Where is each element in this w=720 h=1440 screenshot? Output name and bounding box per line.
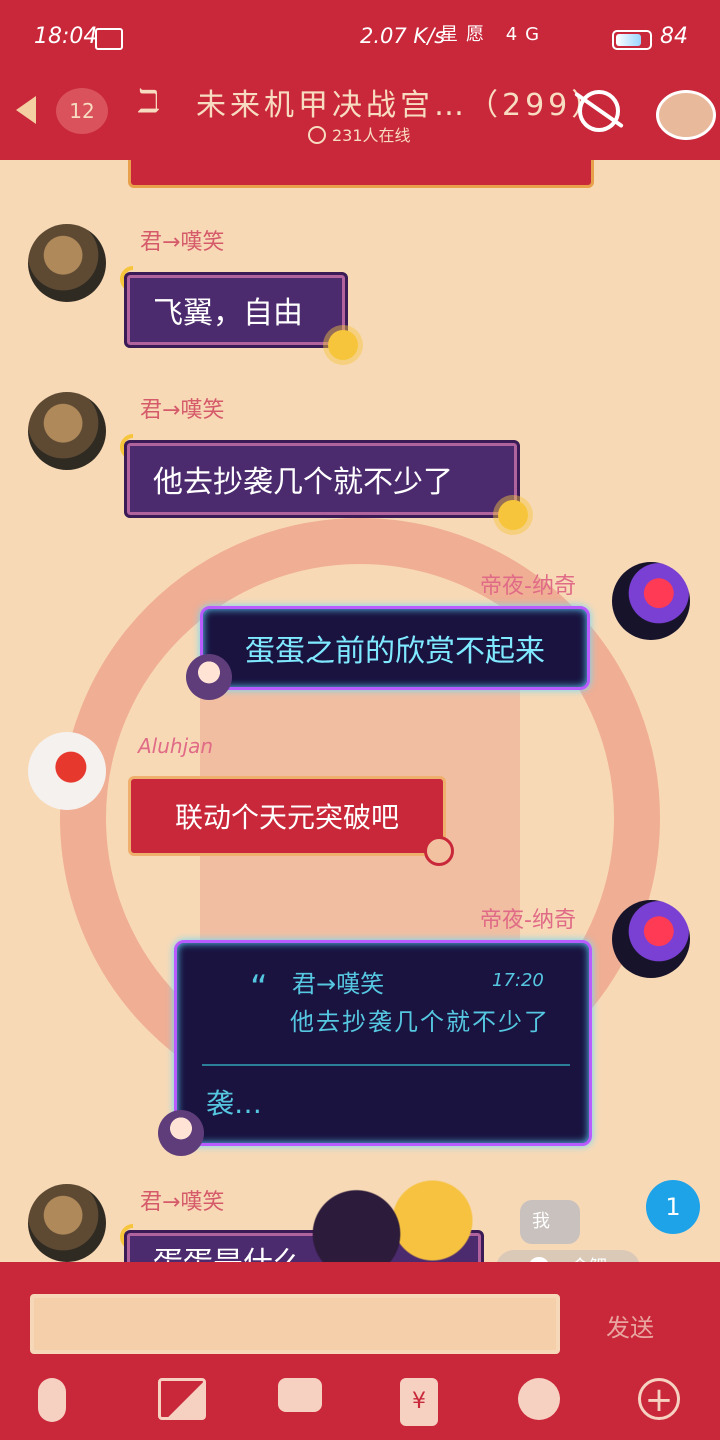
avatar[interactable] — [612, 900, 690, 978]
quoted-time: 17:20 — [492, 970, 544, 991]
message-text: 飞翼，自由 — [153, 296, 303, 331]
chat-area[interactable]: 君→嘆笑 飞翼，自由 君→嘆笑 他去抄袭几个就不少了 帝夜-纳奇 蛋蛋之前的欣赏… — [0, 160, 720, 1262]
status-bar: 18:04 2.07 K/s 星愿 4G 84 — [0, 0, 720, 78]
sun-icon — [498, 500, 528, 530]
message-text: 他去抄袭几个就不少了 — [153, 465, 453, 500]
chevron-down-icon — [308, 126, 326, 144]
quoted-text: 他去抄袭几个就不少了 — [290, 1008, 550, 1036]
status-time: 18:04 — [34, 24, 98, 49]
message-text: 蛋蛋是什么 — [153, 1238, 303, 1262]
avatar[interactable] — [28, 224, 106, 302]
chat-header: 12 ℶ 未来机甲决战宫…（299） 231人在线 — [0, 78, 720, 160]
network-icons: 星愿 4G — [440, 24, 548, 45]
camera-icon[interactable] — [278, 1378, 322, 1412]
avatar[interactable] — [28, 1184, 106, 1262]
emoji-icon[interactable] — [518, 1378, 560, 1420]
microphone-icon[interactable] — [38, 1378, 66, 1422]
new-message-badge[interactable]: 1 — [646, 1180, 700, 1234]
avatar[interactable] — [612, 562, 690, 640]
input-bar: 发送 ¥ + — [0, 1262, 720, 1440]
back-icon[interactable] — [16, 96, 36, 124]
sender-name: 君→嘆笑 — [140, 230, 225, 255]
online-count: 231人在线 — [308, 122, 411, 146]
sender-name: 帝夜-纳奇 — [480, 574, 576, 599]
quoted-sender-name: 君→嘆笑 — [292, 970, 385, 998]
sender-name: Aluhjan — [138, 734, 214, 758]
gallery-icon — [95, 28, 123, 50]
ear-icon[interactable]: ℶ — [138, 82, 160, 120]
message-bubble[interactable]: 飞翼，自由 — [124, 272, 348, 348]
flower-icon — [424, 836, 454, 866]
battery-fill — [616, 34, 642, 46]
quote-icon: “ — [250, 968, 268, 1008]
sender-name: 君→嘆笑 — [140, 398, 225, 423]
avatar[interactable] — [28, 392, 106, 470]
sender-name: 君→嘆笑 — [140, 1190, 225, 1215]
group-title[interactable]: 未来机甲决战宫…（299） — [196, 80, 605, 124]
network-speed: 2.07 K/s — [360, 24, 446, 48]
message-text: 袭… — [206, 1087, 263, 1120]
character-sticker — [186, 654, 232, 700]
unread-count-badge[interactable]: 12 — [56, 88, 108, 134]
send-button[interactable]: 发送 — [606, 1308, 654, 1343]
red-packet-icon[interactable]: ¥ — [400, 1378, 438, 1426]
battery-icon — [612, 30, 652, 50]
online-count-label: 231人在线 — [332, 126, 411, 145]
message-input[interactable] — [30, 1294, 560, 1354]
sender-name: 帝夜-纳奇 — [480, 908, 576, 933]
sun-icon — [328, 330, 358, 360]
message-bubble[interactable]: 蛋蛋之前的欣赏不起来 — [200, 606, 590, 690]
anime-character-decoration — [290, 1180, 480, 1262]
message-bubble[interactable]: 他去抄袭几个就不少了 — [124, 440, 520, 518]
battery-percent: 84 — [660, 24, 688, 49]
message-text: 联动个天元突破吧 — [174, 801, 399, 834]
previous-message-bubble[interactable] — [128, 160, 594, 188]
plus-icon[interactable]: + — [638, 1378, 680, 1420]
message-bubble[interactable]: 联动个天元突破吧 — [128, 776, 446, 856]
message-text: 蛋蛋之前的欣赏不起来 — [245, 634, 545, 669]
koi-chip[interactable]: 金鲤 — [496, 1250, 640, 1262]
character-sticker — [158, 1110, 204, 1156]
quote-divider — [202, 1064, 570, 1066]
image-icon[interactable] — [158, 1378, 206, 1420]
avatar[interactable] — [28, 732, 106, 810]
me-chip[interactable]: 我 — [520, 1200, 580, 1244]
lantern-icon[interactable] — [656, 90, 716, 140]
planet-icon[interactable] — [578, 90, 620, 132]
